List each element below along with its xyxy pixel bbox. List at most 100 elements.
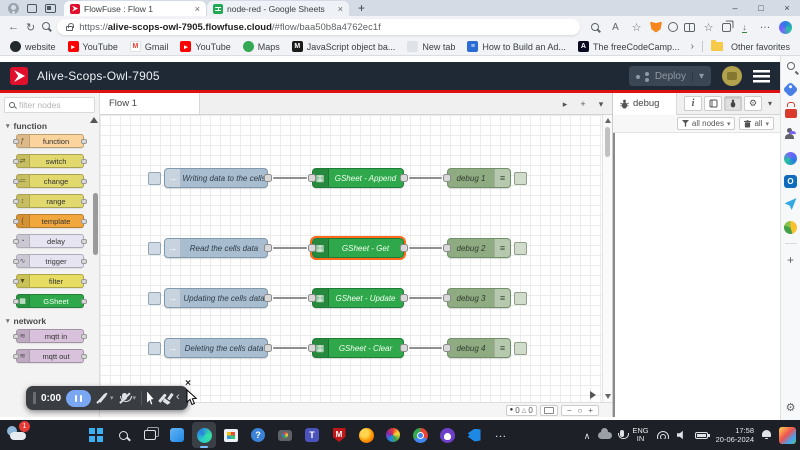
search-icon[interactable]: [42, 21, 50, 33]
m365-icon[interactable]: [784, 151, 798, 165]
tab-scroll-icon[interactable]: [557, 96, 573, 112]
tab-close-icon[interactable]: ×: [338, 4, 343, 14]
inject-node[interactable]: →Updating the cells data: [164, 288, 268, 308]
bookmark-item[interactable]: ▸YouTube: [68, 41, 118, 52]
other-favorites-button[interactable]: Other favorites: [731, 42, 790, 52]
drop-icon[interactable]: [784, 197, 798, 211]
debug-toggle-button[interactable]: [514, 172, 527, 185]
output-port[interactable]: [400, 344, 408, 352]
input-port[interactable]: [443, 244, 451, 252]
zoom-icon[interactable]: [587, 20, 602, 35]
tab-actions-icon[interactable]: [45, 4, 56, 13]
help-button[interactable]: [704, 96, 722, 111]
debug-filter-button[interactable]: all nodes: [677, 117, 736, 130]
input-port[interactable]: [443, 294, 451, 302]
inject-node[interactable]: →Read the cells data: [164, 238, 268, 258]
palette-node-range[interactable]: ↕range: [16, 194, 84, 208]
battery-icon[interactable]: [695, 432, 708, 439]
profile-avatar[interactable]: [8, 3, 19, 14]
user-avatar[interactable]: [722, 66, 742, 86]
hidden-icons-chevron[interactable]: [584, 426, 591, 444]
zoom-out-button[interactable]: −: [565, 406, 574, 415]
flow-canvas[interactable]: →Writing data to the cells ▦GSheet - Appe…: [100, 115, 612, 417]
photos-taskbar-icon[interactable]: [381, 422, 405, 448]
palette-scrollbar[interactable]: [93, 193, 98, 255]
inject-node[interactable]: →Writing data to the cells: [164, 168, 268, 188]
bookmark-item[interactable]: ▸YouTube: [180, 41, 230, 52]
vscode-taskbar-icon[interactable]: [462, 422, 486, 448]
browser-tab[interactable]: FlowFuse : Flow 1×: [64, 1, 206, 16]
output-port[interactable]: [264, 174, 272, 182]
weather-widget-icon[interactable]: 1: [5, 423, 31, 447]
bookmark-item[interactable]: New tab: [407, 41, 455, 52]
maximize-button[interactable]: □: [748, 0, 774, 16]
debug-node[interactable]: debug 4≡: [447, 338, 511, 358]
more-taskbar-icon[interactable]: [489, 422, 513, 448]
menu-icon[interactable]: [753, 70, 770, 83]
start-taskbar-icon[interactable]: [84, 422, 108, 448]
wifi-icon[interactable]: [657, 431, 669, 439]
output-port[interactable]: [264, 344, 272, 352]
volume-icon[interactable]: [677, 430, 687, 440]
deploy-caret-icon[interactable]: [692, 71, 704, 82]
sidebar-menu-caret-icon[interactable]: [764, 96, 776, 111]
drag-handle[interactable]: [33, 392, 36, 404]
firefox-taskbar-icon[interactable]: [354, 422, 378, 448]
recorder-close-icon[interactable]: ×: [185, 378, 191, 389]
github-taskbar-icon[interactable]: [435, 422, 459, 448]
info-button[interactable]: i: [684, 96, 702, 111]
input-port[interactable]: [443, 174, 451, 182]
pause-button[interactable]: [66, 390, 91, 407]
bookmark-item[interactable]: AThe freeCodeCamp...: [578, 41, 680, 52]
palette-node-function[interactable]: ƒfunction: [16, 134, 84, 148]
inject-button[interactable]: [148, 242, 161, 255]
chrome-taskbar-icon[interactable]: [408, 422, 432, 448]
widgets-corner-icon[interactable]: [779, 427, 796, 444]
favorite-star-icon[interactable]: [629, 20, 644, 35]
edge-taskbar-icon[interactable]: [192, 422, 216, 448]
caret-down-icon[interactable]: ▾: [133, 394, 137, 402]
palette-node-mqtt-in[interactable]: ≋mqtt in: [16, 329, 84, 343]
language-indicator[interactable]: ENGIN: [632, 427, 648, 443]
browser-tab[interactable]: node-red - Google Sheets×: [207, 1, 349, 16]
annotation-off-button[interactable]: [96, 391, 108, 405]
palette-category-network[interactable]: ▾network: [0, 314, 99, 329]
input-port[interactable]: [443, 344, 451, 352]
palette-node-GSheet[interactable]: ▦GSheet: [16, 294, 84, 308]
search-taskbar-icon[interactable]: [111, 422, 135, 448]
output-port[interactable]: [400, 294, 408, 302]
refresh-icon[interactable]: ↻: [26, 21, 35, 34]
debug-toggle-button[interactable]: [514, 292, 527, 305]
notifications-bell-icon[interactable]: [762, 430, 771, 439]
gsheet-node[interactable]: ▦GSheet - Get: [312, 238, 404, 258]
input-port[interactable]: [308, 344, 316, 352]
help-taskbar-icon[interactable]: [246, 422, 270, 448]
inject-node[interactable]: →Deleting the cells data: [164, 338, 268, 358]
debug-toggle-button[interactable]: [514, 242, 527, 255]
palette-node-filter[interactable]: ▼filter: [16, 274, 84, 288]
tools-icon[interactable]: [784, 105, 798, 119]
clock[interactable]: 17:5820-06-2024: [716, 426, 754, 444]
debug-clear-button[interactable]: all: [739, 117, 774, 130]
debug-node[interactable]: debug 2≡: [447, 238, 511, 258]
caret-down-icon[interactable]: ▾: [110, 394, 114, 402]
onedrive-icon[interactable]: [598, 431, 612, 439]
games-icon[interactable]: [784, 220, 798, 234]
output-port[interactable]: [264, 294, 272, 302]
bookmark-item[interactable]: website: [10, 41, 56, 52]
mcafee-taskbar-icon[interactable]: [327, 422, 351, 448]
debug-panel-button[interactable]: [724, 96, 742, 111]
shopping-icon[interactable]: [784, 82, 798, 96]
mic-tray-icon[interactable]: [620, 430, 624, 437]
flow-list-icon[interactable]: [593, 96, 609, 112]
palette-node-template[interactable]: {template: [16, 214, 84, 228]
eraser-tool-icon[interactable]: [167, 392, 173, 399]
read-aloud-icon[interactable]: [608, 20, 623, 35]
more-icon[interactable]: [758, 20, 773, 35]
collapse-icon[interactable]: ‹: [176, 391, 180, 403]
navigator-button[interactable]: [540, 405, 558, 416]
scrollbar-thumb[interactable]: [605, 127, 610, 157]
close-button[interactable]: ×: [774, 0, 800, 16]
address-bar[interactable]: https://alive-scops-owl-7905.flowfuse.cl…: [57, 19, 580, 35]
gsheet-node[interactable]: ▦GSheet - Append: [312, 168, 404, 188]
